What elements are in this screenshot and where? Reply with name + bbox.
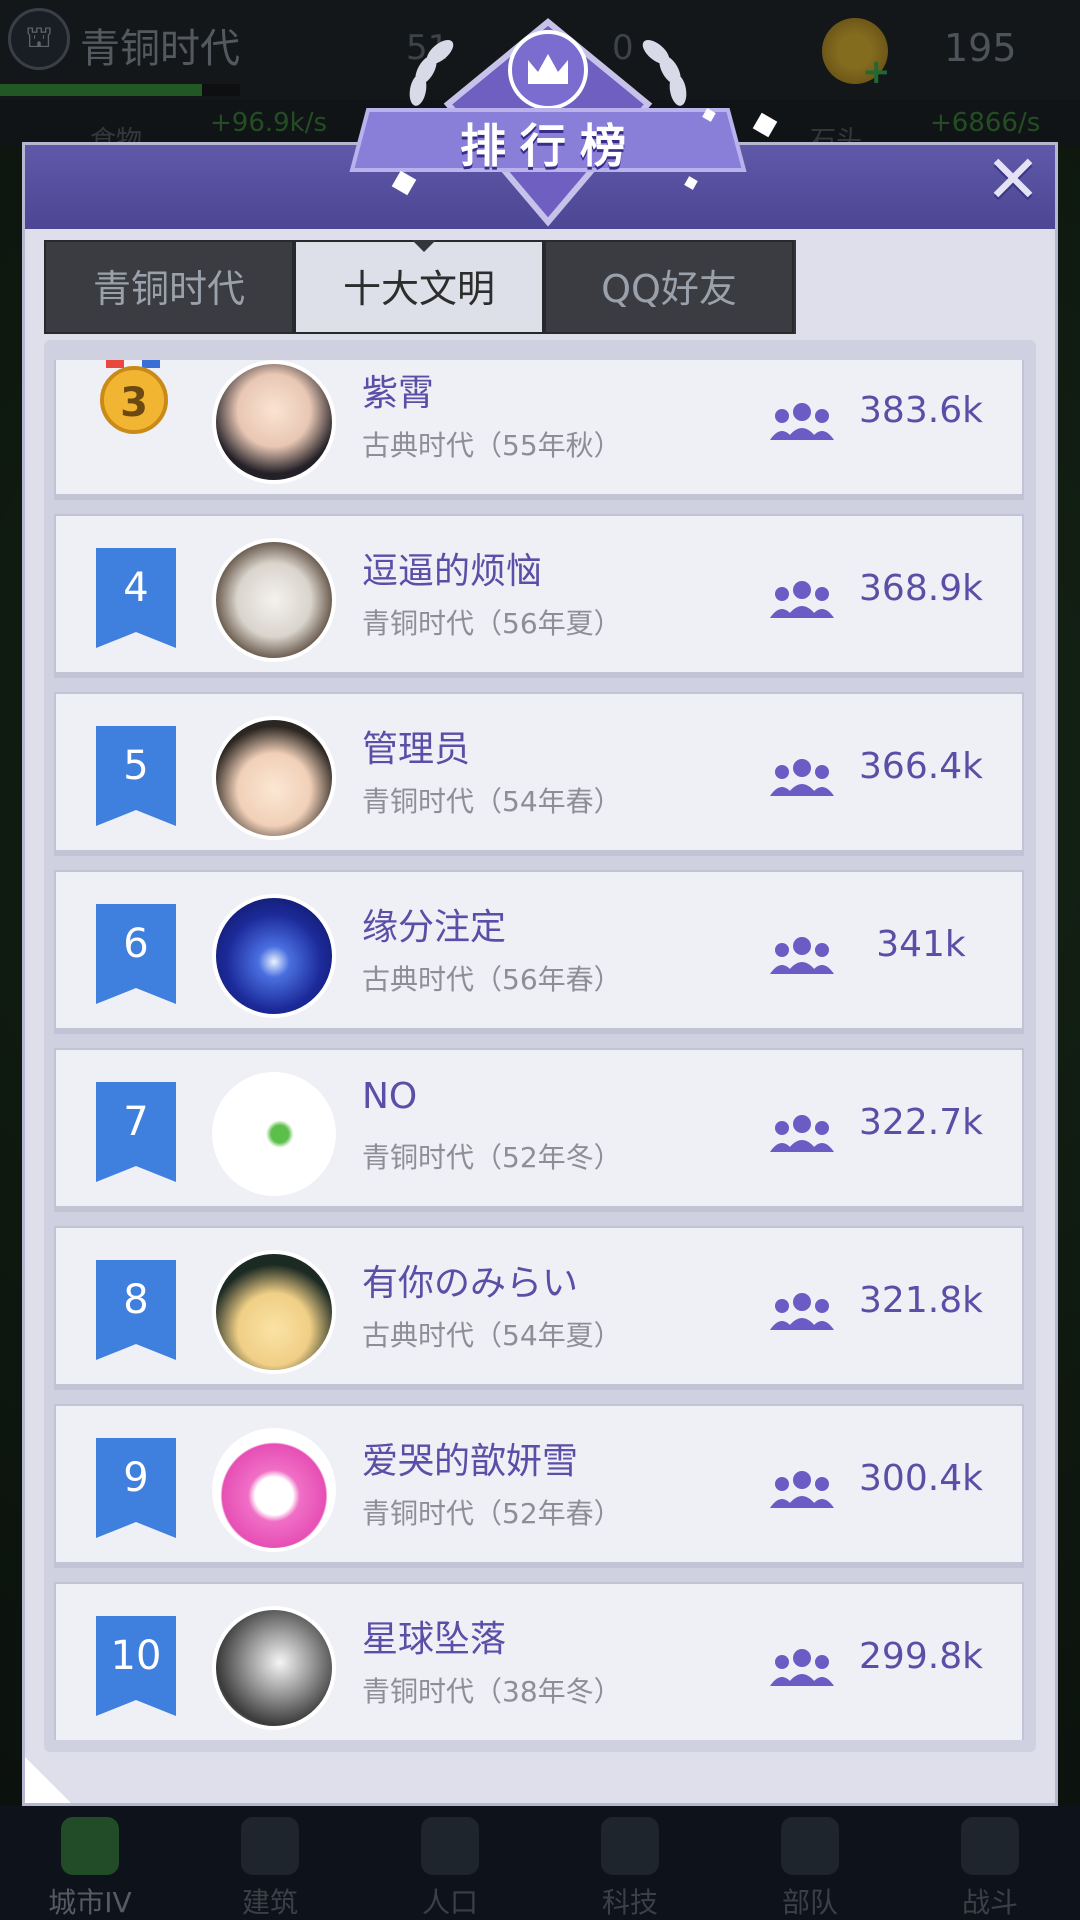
- corner-decoration: [25, 1757, 71, 1803]
- people-icon: [770, 1471, 834, 1508]
- leaderboard-row[interactable]: 5 管理员 青铜时代（54年春） 366.4k: [54, 692, 1024, 856]
- player-era: 青铜时代（52年春）: [362, 1497, 622, 1530]
- modal-title: 排行榜: [460, 119, 640, 173]
- player-name: 缘分注定: [362, 907, 507, 948]
- player-era: 古典时代（54年夏）: [362, 1319, 622, 1352]
- player-score: 366.4k: [859, 746, 983, 787]
- rank-flag: 5: [96, 726, 176, 826]
- player-era: 古典时代（55年秋）: [362, 429, 622, 462]
- tab-bar: 青铜时代 十大文明 QQ好友: [44, 240, 796, 334]
- player-score: 300.4k: [859, 1458, 983, 1499]
- people-icon: [770, 1649, 834, 1686]
- sparkle-4: [684, 176, 698, 190]
- sparkle-2: [752, 112, 778, 138]
- people-icon: [770, 403, 834, 440]
- leaderboard-row[interactable]: 4 逗逼的烦恼 青铜时代（56年夏） 368.9k: [54, 514, 1024, 678]
- rank-number: 3: [120, 380, 148, 426]
- avatar[interactable]: [212, 1250, 336, 1374]
- player-era: 古典时代（56年春）: [362, 963, 622, 996]
- player-era: 青铜时代（38年冬）: [362, 1675, 622, 1708]
- rank-flag: 9: [96, 1438, 176, 1538]
- player-score: 322.7k: [859, 1102, 983, 1143]
- avatar[interactable]: [212, 538, 336, 662]
- leaderboard-row[interactable]: 10 星球坠落 青铜时代（38年冬） 299.8k: [54, 1582, 1024, 1740]
- leaderboard-row[interactable]: 6 缘分注定 古典时代（56年春） 341k: [54, 870, 1024, 1034]
- player-name: 逗逼的烦恼: [362, 551, 543, 592]
- tab-top-ten-label: 十大文明: [342, 267, 495, 311]
- avatar[interactable]: [212, 1428, 336, 1552]
- avatar[interactable]: [212, 894, 336, 1018]
- player-score: 321.8k: [859, 1280, 983, 1321]
- player-score: 383.6k: [859, 390, 983, 431]
- player-era: 青铜时代（56年夏）: [362, 607, 622, 640]
- close-button[interactable]: ✕: [978, 147, 1048, 218]
- rank-flag: 8: [96, 1260, 176, 1360]
- player-score: 341k: [876, 924, 966, 965]
- rank-flag: 10: [96, 1616, 176, 1716]
- people-icon: [770, 1293, 834, 1330]
- leaderboard-row[interactable]: 8 有你のみらい 古典时代（54年夏） 321.8k: [54, 1226, 1024, 1390]
- tab-top-ten[interactable]: 十大文明: [294, 240, 544, 334]
- player-name: 星球坠落: [362, 1619, 507, 1660]
- laurel-right-icon: [642, 40, 687, 106]
- laurel-left-icon: [409, 40, 454, 106]
- leaderboard-row[interactable]: 3 紫霄 古典时代（55年秋） 383.6k: [54, 360, 1024, 500]
- people-icon: [770, 759, 834, 796]
- leaderboard-scroll[interactable]: 3 紫霄 古典时代（55年秋） 383.6k 4 逗逼的烦恼 青铜时代（56年夏…: [54, 360, 1026, 1740]
- avatar[interactable]: [212, 716, 336, 840]
- rank-flag: 4: [96, 548, 176, 648]
- player-score: 368.9k: [859, 568, 983, 609]
- people-icon: [770, 937, 834, 974]
- rank-flag: 7: [96, 1082, 176, 1182]
- tab-bronze-age[interactable]: 青铜时代: [44, 240, 294, 334]
- people-icon: [770, 581, 834, 618]
- player-era: 青铜时代（54年春）: [362, 785, 622, 818]
- player-name: 爱哭的歆妍雪: [362, 1441, 579, 1482]
- rank-flag: 6: [96, 904, 176, 1004]
- leaderboard-row[interactable]: 7 NO 青铜时代（52年冬） 322.7k: [54, 1048, 1024, 1212]
- player-name: 有你のみらい: [362, 1263, 579, 1304]
- avatar[interactable]: [212, 360, 336, 484]
- people-icon: [770, 1115, 834, 1152]
- tab-qq-friends[interactable]: QQ好友: [544, 240, 794, 334]
- player-name: NO: [362, 1076, 418, 1117]
- player-era: 青铜时代（52年冬）: [362, 1141, 622, 1174]
- leaderboard-list[interactable]: 3 紫霄 古典时代（55年秋） 383.6k 4 逗逼的烦恼 青铜时代（56年夏…: [44, 340, 1036, 1752]
- player-score: 299.8k: [859, 1636, 983, 1677]
- player-name: 紫霄: [362, 373, 435, 414]
- leaderboard-row[interactable]: 9 爱哭的歆妍雪 青铜时代（52年春） 300.4k: [54, 1404, 1024, 1568]
- avatar[interactable]: [212, 1072, 336, 1196]
- avatar[interactable]: [212, 1606, 336, 1730]
- player-name: 管理员: [362, 729, 471, 770]
